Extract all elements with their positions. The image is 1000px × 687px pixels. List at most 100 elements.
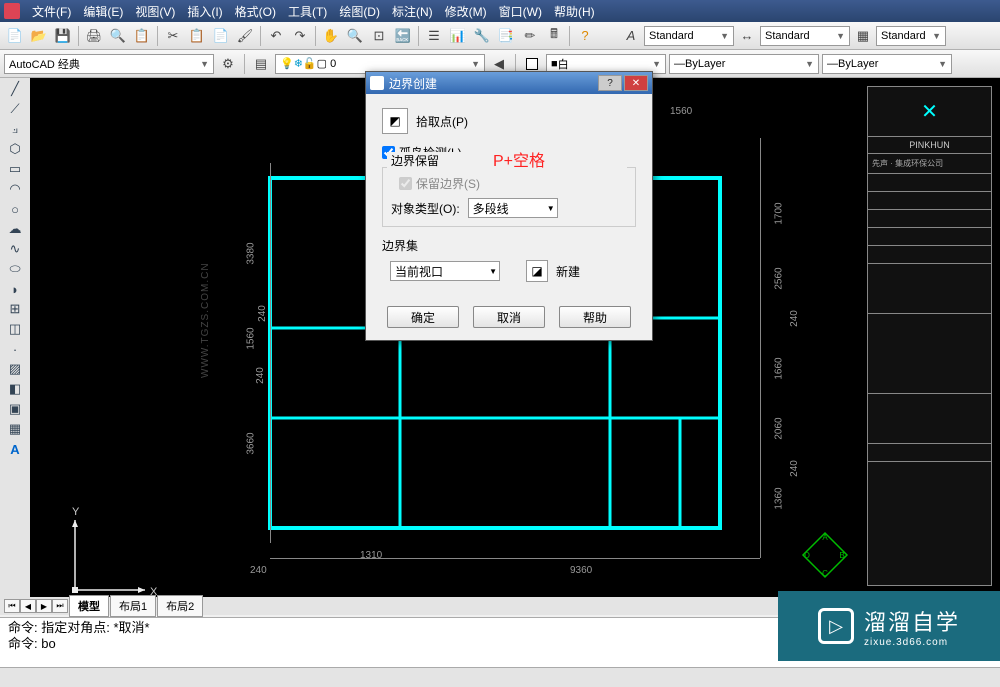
xline-icon[interactable]: ⟋ <box>4 100 26 118</box>
circle-icon[interactable]: ○ <box>4 200 26 218</box>
pick-points-button[interactable]: ◩ <box>382 108 408 134</box>
arc-icon[interactable]: ◠ <box>4 180 26 198</box>
tab-prev-icon[interactable]: ◀ <box>20 599 36 613</box>
badge-name: 溜溜自学 <box>864 605 960 637</box>
insert-icon[interactable]: ⊞ <box>4 300 26 318</box>
pan-icon[interactable]: ✋ <box>320 25 342 47</box>
markup-icon[interactable]: ✏ <box>519 25 541 47</box>
help-icon[interactable]: ? <box>574 25 596 47</box>
object-type-combo[interactable]: 多段线▼ <box>468 198 558 218</box>
spline-icon[interactable]: ∿ <box>4 240 26 258</box>
retain-boundary-label: 保留边界(S) <box>416 175 480 192</box>
revcloud-icon[interactable]: ☁ <box>4 220 26 238</box>
layer-manager-icon[interactable]: ▤ <box>250 53 272 75</box>
ellipse-arc-icon[interactable]: ◗ <box>4 280 26 298</box>
redo-icon[interactable]: ↷ <box>289 25 311 47</box>
workspace-combo[interactable]: AutoCAD 经典▼ <box>4 54 214 74</box>
block-icon[interactable]: ◫ <box>4 320 26 338</box>
ws-settings-icon[interactable]: ⚙ <box>217 53 239 75</box>
tablestyle-icon[interactable]: ▦ <box>852 25 874 47</box>
menu-insert[interactable]: 插入(I) <box>181 3 228 20</box>
command-input[interactable]: bo <box>41 636 55 651</box>
match-icon[interactable]: 🖌 <box>234 25 256 47</box>
tab-last-icon[interactable]: ⏭ <box>52 599 68 613</box>
open-icon[interactable]: 📂 <box>28 25 50 47</box>
zoom-win-icon[interactable]: ⊡ <box>368 25 390 47</box>
textstyle-combo[interactable]: Standard▼ <box>644 26 734 46</box>
object-type-label: 对象类型(O): <box>391 200 460 217</box>
polygon-icon[interactable]: ⬡ <box>4 140 26 158</box>
brand-label: PINKHUN <box>868 137 991 154</box>
menu-draw[interactable]: 绘图(D) <box>333 3 386 20</box>
dim-label: 1660 <box>774 357 785 379</box>
calc-icon[interactable]: 🖩 <box>543 25 565 47</box>
dc-icon[interactable]: 📊 <box>447 25 469 47</box>
dim-label: 3660 <box>246 432 257 454</box>
print-icon[interactable]: 🖨 <box>83 25 105 47</box>
close-icon[interactable]: ✕ <box>624 75 648 91</box>
dialog-titlebar[interactable]: 边界创建 ? ✕ <box>366 72 652 94</box>
menu-window[interactable]: 窗口(W) <box>493 3 548 20</box>
dim-label: 9360 <box>570 565 592 576</box>
zoom-rt-icon[interactable]: 🔍 <box>344 25 366 47</box>
dimstyle-icon[interactable]: ↔ <box>736 25 758 47</box>
tp-icon[interactable]: 🔧 <box>471 25 493 47</box>
paste-icon[interactable]: 📄 <box>210 25 232 47</box>
titleblock-row <box>868 210 991 228</box>
tab-next-icon[interactable]: ▶ <box>36 599 52 613</box>
linetype-combo[interactable]: — ByLayer▼ <box>669 54 819 74</box>
menu-format[interactable]: 格式(O) <box>229 3 282 20</box>
tab-layout1[interactable]: 布局1 <box>110 595 156 617</box>
tab-first-icon[interactable]: ⏮ <box>4 599 20 613</box>
menu-tools[interactable]: 工具(T) <box>282 3 333 20</box>
preview-icon[interactable]: 🔍 <box>107 25 129 47</box>
pline-icon[interactable]: ⟓ <box>4 120 26 138</box>
ellipse-icon[interactable]: ⬭ <box>4 260 26 278</box>
dialog-title: 边界创建 <box>389 75 437 92</box>
titleblock-row <box>868 174 991 192</box>
lineweight-combo[interactable]: — ByLayer▼ <box>822 54 952 74</box>
props-icon[interactable]: ☰ <box>423 25 445 47</box>
menu-edit[interactable]: 编辑(E) <box>77 3 129 20</box>
title-block: ✕ PINKHUN 先声 · 集成环保公司 <box>867 86 992 586</box>
ucs-icon: XY <box>60 505 160 605</box>
save-icon[interactable]: 💾 <box>52 25 74 47</box>
help-button[interactable]: 帮助 <box>559 306 631 328</box>
cancel-button[interactable]: 取消 <box>473 306 545 328</box>
point-icon[interactable]: · <box>4 340 26 358</box>
menu-help[interactable]: 帮助(H) <box>548 3 601 20</box>
dimstyle-combo[interactable]: Standard▼ <box>760 26 850 46</box>
boundary-set-combo[interactable]: 当前视口▼ <box>390 261 500 281</box>
textstyle-icon[interactable]: A <box>620 25 642 47</box>
compass-icon: A B C D <box>800 530 850 580</box>
cut-icon[interactable]: ✂ <box>162 25 184 47</box>
mtext-icon[interactable]: A <box>4 440 26 458</box>
rect-icon[interactable]: ▭ <box>4 160 26 178</box>
region-icon[interactable]: ▣ <box>4 400 26 418</box>
dialog-help-icon[interactable]: ? <box>598 75 622 91</box>
zoom-prev-icon[interactable]: 🔙 <box>392 25 414 47</box>
ok-button[interactable]: 确定 <box>387 306 459 328</box>
line-icon[interactable]: ╱ <box>4 80 26 98</box>
menu-dimension[interactable]: 标注(N) <box>386 3 439 20</box>
new-boundary-set-button[interactable]: ◪ <box>526 260 548 282</box>
tablestyle-combo[interactable]: Standard▼ <box>876 26 946 46</box>
table-icon[interactable]: ▦ <box>4 420 26 438</box>
ssm-icon[interactable]: 📑 <box>495 25 517 47</box>
undo-icon[interactable]: ↶ <box>265 25 287 47</box>
titleblock-row: 先声 · 集成环保公司 <box>868 154 991 174</box>
menu-file[interactable]: 文件(F) <box>26 3 77 20</box>
annotation-text: P+空格 <box>493 147 545 171</box>
hatch-icon[interactable]: ▨ <box>4 360 26 378</box>
dim-label: 1310 <box>360 550 382 561</box>
publish-icon[interactable]: 📋 <box>131 25 153 47</box>
tab-layout2[interactable]: 布局2 <box>157 595 203 617</box>
gradient-icon[interactable]: ◧ <box>4 380 26 398</box>
menu-modify[interactable]: 修改(M) <box>439 3 493 20</box>
new-icon[interactable]: 📄 <box>4 25 26 47</box>
dim-extension <box>760 138 761 558</box>
pick-points-label[interactable]: 拾取点(P) <box>416 113 468 130</box>
copy-icon[interactable]: 📋 <box>186 25 208 47</box>
tab-model[interactable]: 模型 <box>69 595 109 617</box>
menu-view[interactable]: 视图(V) <box>129 3 181 20</box>
